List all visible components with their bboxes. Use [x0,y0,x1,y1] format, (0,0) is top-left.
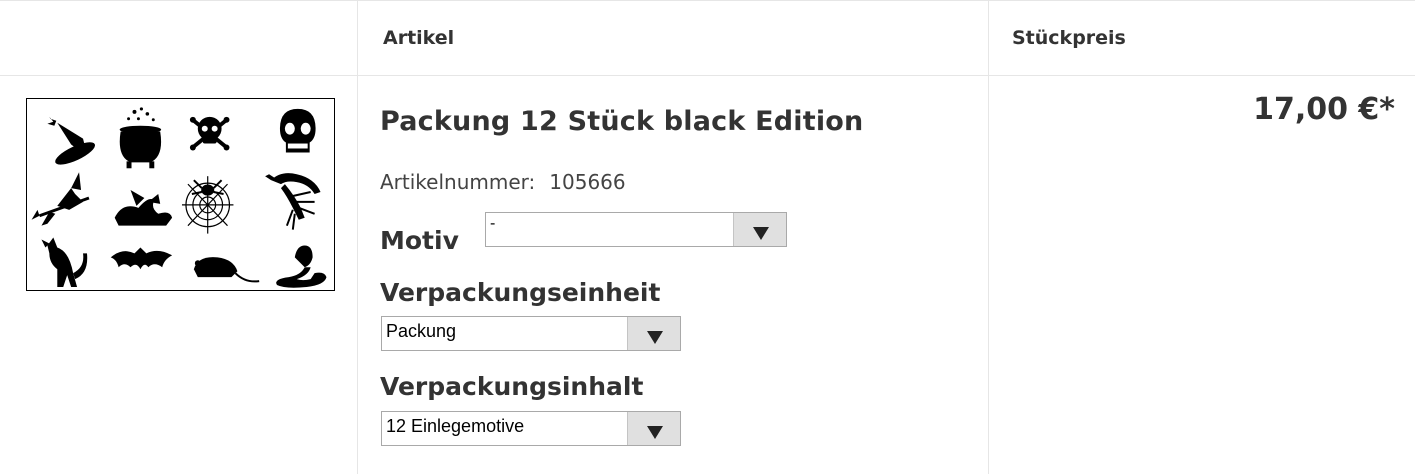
cauldron-icon [119,107,162,169]
chevron-down-icon [753,227,769,240]
chevron-down-icon [647,426,663,439]
rat-icon [193,257,260,283]
option-label-verpackungsinhalt: Verpackungsinhalt [380,372,644,401]
cobra-icon [276,245,327,288]
cart-table: Artikel Stückpreis Packung 12 Stück blac… [0,0,1415,474]
skull-crossbones-icon [189,116,230,151]
witch-on-broom-icon [31,172,90,226]
column-divider-2 [988,0,989,474]
verpackungsinhalt-select-value: 12 Einlegemotive [386,416,525,436]
verpackungseinheit-select-dropdown-button[interactable] [627,317,680,350]
table-top-border [0,0,1415,1]
scorpion-icon [265,173,321,230]
spider-web-icon [181,176,234,234]
article-number-value: 105666 [549,170,626,194]
column-header-unit-price: Stückpreis [1012,26,1126,49]
dragon-icon [114,190,173,226]
header-divider [0,75,1415,76]
article-number-label: Artikelnummer: [380,170,536,194]
witch-hat-icon [47,116,96,165]
motiv-select[interactable]: - [485,212,787,247]
skull-icon [279,108,316,153]
product-title[interactable]: Packung 12 Stück black Edition [380,106,863,137]
motiv-select-value: - [490,215,496,232]
black-cat-icon [41,237,88,288]
column-divider-1 [357,0,358,474]
verpackungseinheit-select[interactable]: Packung [381,316,681,351]
chevron-down-icon [647,331,663,344]
product-image[interactable] [26,98,335,291]
column-header-article: Artikel [383,26,455,49]
verpackungseinheit-select-value: Packung [386,321,457,341]
article-number: Artikelnummer: 105666 [380,170,626,194]
verpackungsinhalt-select-dropdown-button[interactable] [627,412,680,445]
option-label-verpackungseinheit: Verpackungseinheit [380,278,661,307]
bat-icon [110,247,173,270]
option-label-motiv: Motiv [380,226,459,255]
verpackungsinhalt-select[interactable]: 12 Einlegemotive [381,411,681,446]
unit-price: 17,00 €* [1253,92,1395,127]
motiv-select-dropdown-button[interactable] [733,213,786,246]
